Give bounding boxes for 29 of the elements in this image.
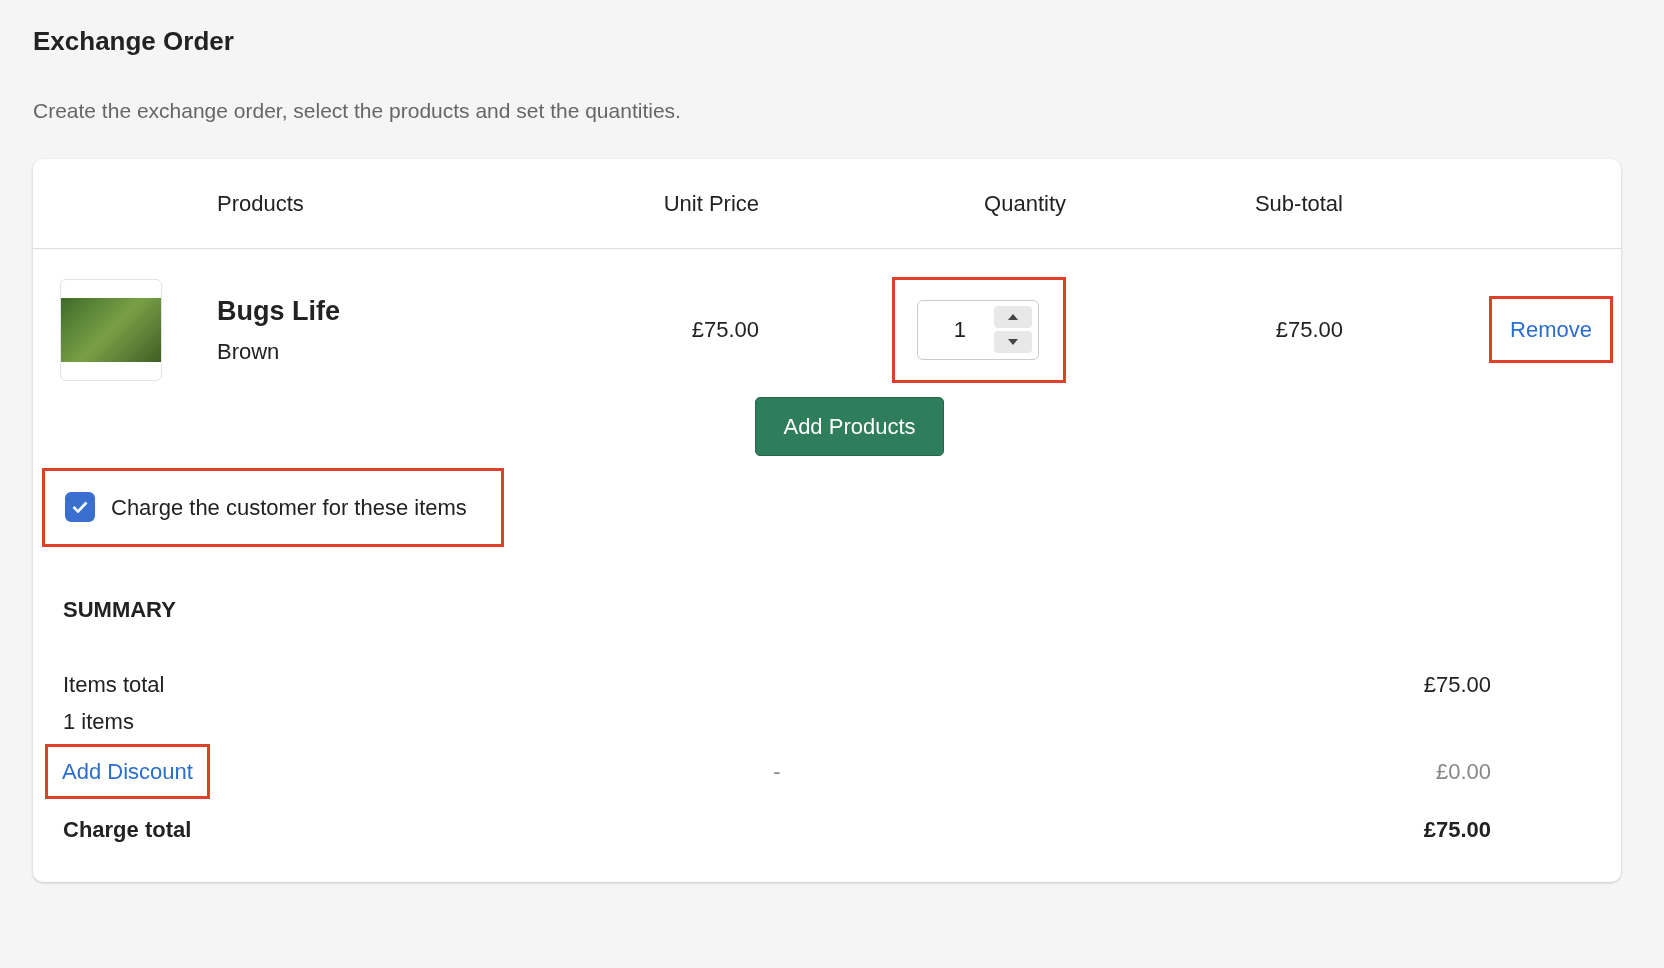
discount-dash: - <box>773 758 781 784</box>
quantity-field[interactable]: 1 <box>917 299 1039 360</box>
decrement-button[interactable] <box>994 331 1032 354</box>
caret-up-icon <box>1008 314 1018 321</box>
add-products-button[interactable]: Add Products <box>755 396 944 456</box>
summary-value: £75.00 <box>1423 671 1491 697</box>
checkbox[interactable] <box>65 492 95 523</box>
caret-down-icon <box>1008 339 1018 346</box>
charge-total-value: £75.00 <box>1423 816 1491 842</box>
column-header: Unit Price <box>663 190 759 216</box>
remove-link[interactable]: Remove <box>1510 313 1592 347</box>
summary-heading: SUMMARY <box>63 595 177 624</box>
summary-label: Items total <box>63 670 166 699</box>
product-variant: Brown <box>217 338 281 367</box>
increment-button[interactable] <box>994 306 1032 329</box>
discount-value: £0.00 <box>1435 758 1491 784</box>
column-header: Sub-total <box>1254 190 1343 216</box>
unit-price: £75.00 <box>691 317 759 343</box>
checkbox-label: Charge the customer for these items <box>111 493 467 522</box>
page-title: Exchange Order <box>33 26 235 58</box>
page-description: Create the exchange order, select the products and set the quantities. <box>33 98 682 125</box>
subtotal: £75.00 <box>1275 317 1343 343</box>
add-discount-link[interactable]: Add Discount <box>62 754 193 788</box>
column-header: Products <box>217 190 304 216</box>
charge-total-label: Charge total <box>63 816 192 842</box>
product-name: Bugs Life <box>217 294 341 328</box>
item-count: 1 items <box>63 707 135 736</box>
checkmark-icon <box>72 501 88 514</box>
column-header: Quantity <box>984 190 1066 216</box>
